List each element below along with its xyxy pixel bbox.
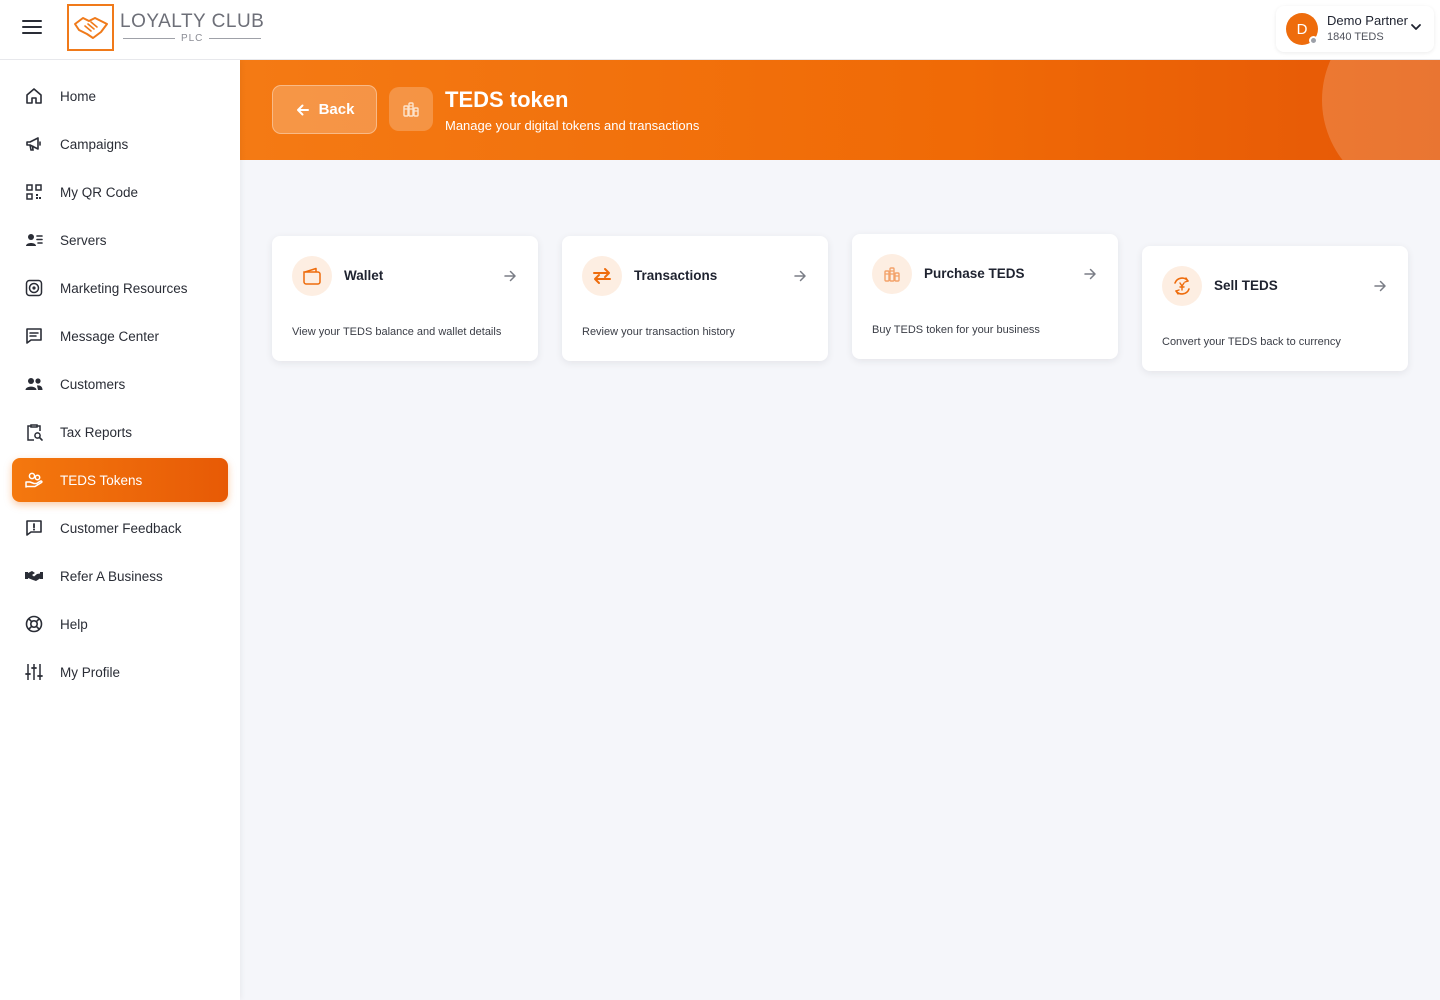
sidebar-item-label: TEDS Tokens	[60, 472, 143, 488]
coins-hand-icon	[24, 470, 44, 490]
clipboard-search-icon	[24, 422, 44, 442]
sidebar-item-home[interactable]: Home	[12, 74, 228, 118]
purchase-teds-card[interactable]: Purchase TEDS Buy TEDS token for your bu…	[852, 234, 1118, 359]
feedback-icon	[24, 518, 44, 538]
currency-exchange-icon	[1162, 266, 1202, 306]
sidebar-item-label: Servers	[60, 232, 107, 248]
brand-logo[interactable]: LOYALTY CLUB PLC	[67, 3, 264, 51]
card-description: Buy TEDS token for your business	[872, 324, 1040, 336]
back-label: Back	[318, 101, 355, 118]
back-button[interactable]: Back	[272, 85, 377, 134]
card-description: Review your transaction history	[582, 326, 735, 338]
sidebar-item-marketing-resources[interactable]: Marketing Resources	[12, 266, 228, 310]
swap-arrows-icon	[582, 256, 622, 296]
lifebuoy-icon	[24, 614, 44, 634]
sidebar-item-my-qr-code[interactable]: My QR Code	[12, 170, 228, 214]
card-title: Wallet	[344, 268, 384, 283]
arrow-right-icon	[1084, 268, 1096, 280]
home-icon	[24, 86, 44, 106]
card-description: Convert your TEDS back to currency	[1162, 336, 1341, 348]
card-title: Transactions	[634, 268, 718, 283]
sidebar-item-customer-feedback[interactable]: Customer Feedback	[12, 506, 228, 550]
user-balance: 1840 TEDS	[1327, 31, 1384, 43]
wallet-card[interactable]: Wallet View your TEDS balance and wallet…	[272, 236, 538, 361]
sidebar-item-label: Home	[60, 88, 97, 104]
qr-code-icon	[24, 182, 44, 202]
sidebar-item-label: Help	[60, 616, 88, 632]
coins-icon	[389, 87, 433, 131]
sliders-icon	[24, 662, 44, 682]
sidebar-item-tax-reports[interactable]: Tax Reports	[12, 410, 228, 454]
sidebar-item-label: Refer A Business	[60, 568, 163, 584]
card-title: Purchase TEDS	[924, 266, 1025, 281]
users-icon	[24, 374, 44, 394]
sidebar: Home Campaigns My QR Code Servers Market…	[0, 60, 240, 1000]
sidebar-item-label: Customers	[60, 376, 126, 392]
sidebar-item-label: My Profile	[60, 664, 121, 680]
top-bar: LOYALTY CLUB PLC D Demo Partner 1840 TED…	[0, 0, 1440, 60]
transactions-card[interactable]: Transactions Review your transaction his…	[562, 236, 828, 361]
avatar-initial: D	[1296, 20, 1308, 38]
message-icon	[24, 326, 44, 346]
status-dot	[1309, 36, 1318, 45]
arrow-right-icon	[504, 270, 516, 282]
card-title: Sell TEDS	[1214, 278, 1278, 293]
sidebar-item-campaigns[interactable]: Campaigns	[12, 122, 228, 166]
sidebar-item-my-profile[interactable]: My Profile	[12, 650, 228, 694]
sidebar-item-help[interactable]: Help	[12, 602, 228, 646]
sidebar-item-customers[interactable]: Customers	[12, 362, 228, 406]
user-list-icon	[24, 230, 44, 250]
sell-teds-card[interactable]: Sell TEDS Convert your TEDS back to curr…	[1142, 246, 1408, 371]
sidebar-item-label: Message Center	[60, 328, 160, 344]
arrow-right-icon	[794, 270, 806, 282]
handshake-icon	[24, 566, 44, 586]
sidebar-item-label: Tax Reports	[60, 424, 133, 440]
sidebar-item-label: Marketing Resources	[60, 280, 188, 296]
sidebar-item-label: Campaigns	[60, 136, 129, 152]
sidebar-item-teds-tokens[interactable]: TEDS Tokens	[12, 458, 228, 502]
arrow-left-icon	[296, 104, 309, 115]
chevron-down-icon	[1411, 24, 1421, 30]
brand-subtitle: PLC	[180, 32, 204, 44]
sidebar-item-refer-a-business[interactable]: Refer A Business	[12, 554, 228, 598]
megaphone-icon	[24, 134, 44, 154]
page-subtitle: Manage your digital tokens and transacti…	[445, 118, 700, 133]
coins-icon	[872, 254, 912, 294]
sidebar-item-label: Customer Feedback	[60, 520, 182, 536]
handshake-logo-icon	[67, 3, 114, 51]
sidebar-item-servers[interactable]: Servers	[12, 218, 228, 262]
decorative-circle	[1322, 60, 1440, 160]
arrow-right-icon	[1374, 280, 1386, 292]
user-name: Demo Partner	[1327, 13, 1408, 28]
page-title: TEDS token	[445, 87, 569, 112]
wallet-icon	[292, 256, 332, 296]
sidebar-item-message-center[interactable]: Message Center	[12, 314, 228, 358]
sidebar-item-label: My QR Code	[60, 184, 139, 200]
card-description: View your TEDS balance and wallet detail…	[292, 326, 502, 338]
target-icon	[24, 278, 44, 298]
user-menu[interactable]: D Demo Partner 1840 TEDS	[1276, 6, 1434, 52]
hamburger-menu-icon[interactable]	[20, 17, 44, 41]
avatar: D	[1286, 13, 1318, 45]
brand-title: LOYALTY CLUB	[120, 10, 265, 32]
page-header-banner: Back TEDS token Manage your digital toke…	[240, 60, 1440, 160]
